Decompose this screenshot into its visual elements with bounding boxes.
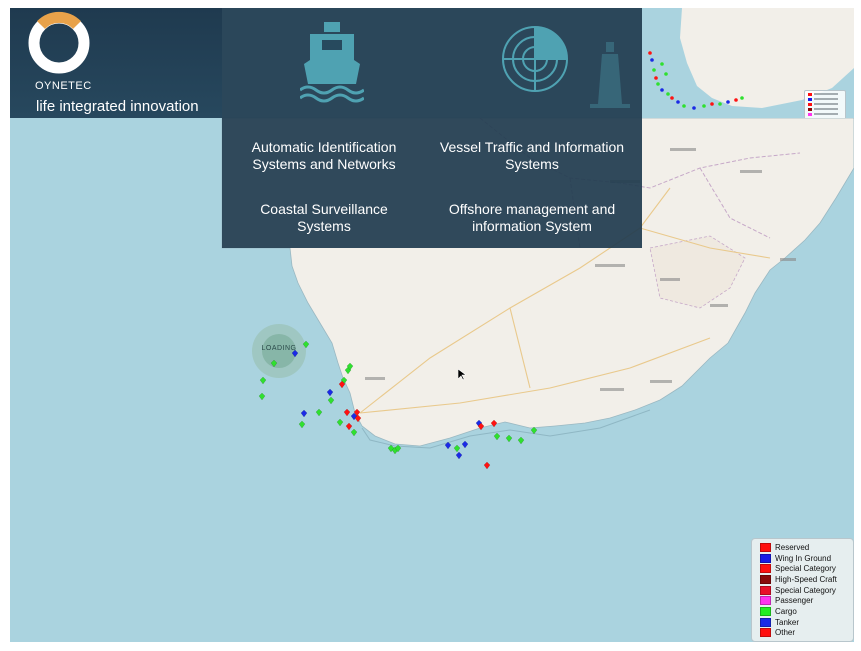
legend-swatch: [760, 564, 771, 574]
inset-vessel-marker: [740, 96, 744, 100]
inset-vessel-marker: [734, 98, 738, 102]
inset-vessel-marker: [660, 62, 664, 66]
legend-label: Wing In Ground: [775, 553, 832, 563]
inset-vessel-marker: [726, 100, 730, 104]
legend-item: Special Category: [760, 585, 853, 596]
vessel-marker[interactable]: [490, 419, 498, 428]
service-vtis-line1: Vessel Traffic and Information: [439, 139, 625, 155]
legend-item: Passenger: [760, 595, 853, 606]
vessel-marker[interactable]: [505, 434, 513, 443]
legend-swatch: [760, 553, 771, 563]
legend-swatch: [760, 574, 771, 584]
legend-label: Special Category: [775, 585, 836, 595]
brand-tagline: life integrated innovation: [36, 98, 199, 115]
vessel-marker[interactable]: [453, 444, 461, 453]
vessel-marker[interactable]: [345, 422, 353, 431]
service-coastal[interactable]: Coastal Surveillance Systems: [234, 201, 414, 235]
radar-icon: [502, 26, 568, 92]
legend-swatch: [760, 596, 771, 606]
legend-item: Cargo: [760, 606, 853, 617]
vessel-marker[interactable]: [461, 440, 469, 449]
legend-label: Tanker: [775, 617, 800, 627]
inset-vessel-marker: [710, 102, 714, 106]
legend-swatch: [760, 585, 771, 595]
logo-text: OYNETEC: [35, 80, 92, 92]
vessel-marker[interactable]: [483, 461, 491, 470]
inset-vessel-marker: [702, 104, 706, 108]
inset-vessel-marker: [660, 88, 664, 92]
inset-vessel-marker: [650, 58, 654, 62]
vessel-marker[interactable]: [517, 436, 525, 445]
inset-vessel-marker: [656, 82, 660, 86]
vessel-marker[interactable]: [455, 451, 463, 460]
legend-item: Special Category: [760, 563, 853, 574]
legend-item: Reserved: [760, 542, 853, 553]
legend-label: Other: [775, 628, 796, 638]
vessel-marker[interactable]: [315, 408, 323, 417]
legend-swatch: [760, 617, 771, 627]
vessel-marker[interactable]: [326, 388, 334, 397]
vessel-marker[interactable]: [298, 420, 306, 429]
inset-vessel-marker: [682, 104, 686, 108]
vessel-marker[interactable]: [493, 432, 501, 441]
vessel-marker[interactable]: [530, 426, 538, 435]
legend-label: Cargo: [775, 606, 797, 616]
inset-vessel-marker: [664, 72, 668, 76]
legend-swatch: [760, 628, 771, 638]
legend-item: High-Speed Craft: [760, 574, 853, 585]
mouse-cursor-icon: [458, 369, 466, 381]
service-offshore-line2: information System: [472, 218, 592, 234]
vessel-marker[interactable]: [302, 340, 310, 349]
legend-swatch: [760, 606, 771, 616]
vessel-marker[interactable]: [259, 376, 267, 385]
legend-label: Reserved: [775, 542, 810, 552]
ship-icon: [300, 22, 364, 103]
service-ais[interactable]: Automatic Identification Systems and Net…: [234, 139, 414, 173]
vessel-marker[interactable]: [336, 418, 344, 427]
service-vtis-line2: Systems: [505, 156, 559, 172]
vessel-marker[interactable]: [350, 428, 358, 437]
service-coastal-line2: Systems: [297, 218, 351, 234]
vessel-marker[interactable]: [343, 408, 351, 417]
legend-item: Other: [760, 628, 853, 639]
vessel-type-legend: Reserved Wing In Ground Special Category Hi…: [751, 538, 854, 642]
inset-vessel-marker: [652, 68, 656, 72]
service-offshore-line1: Offshore management and: [448, 201, 616, 217]
vessel-marker[interactable]: [270, 359, 278, 368]
inset-vessel-marker: [666, 92, 670, 96]
legend-label: Passenger: [775, 596, 814, 606]
legend-item: Tanker: [760, 617, 853, 628]
mini-legend: [804, 90, 846, 118]
vessel-marker[interactable]: [291, 349, 299, 358]
inset-vessel-marker: [670, 96, 674, 100]
inset-vessel-marker: [676, 100, 680, 104]
service-ais-line1: Automatic Identification: [251, 139, 397, 155]
inset-vessel-marker: [718, 102, 722, 106]
legend-label: Special Category: [775, 564, 836, 574]
inset-vessel-marker: [692, 106, 696, 110]
legend-label: High-Speed Craft: [775, 574, 837, 584]
lighthouse-icon: [590, 42, 630, 108]
service-vtis[interactable]: Vessel Traffic and Information Systems: [434, 139, 630, 173]
service-offshore[interactable]: Offshore management and information Syst…: [434, 201, 630, 235]
inset-vessel-marker: [654, 76, 658, 80]
logo-ring-icon: [28, 11, 90, 74]
inset-map-strip[interactable]: [642, 8, 854, 118]
legend-item: Wing In Ground: [760, 553, 853, 564]
inset-vessel-marker: [648, 51, 652, 55]
service-coastal-line1: Coastal Surveillance: [260, 201, 388, 217]
legend-swatch: [760, 542, 771, 552]
vessel-marker[interactable]: [327, 396, 335, 405]
service-ais-line2: Systems and Networks: [252, 156, 396, 172]
vessel-marker[interactable]: [444, 441, 452, 450]
services-panel: Automatic Identification Systems and Net…: [222, 8, 642, 248]
vessel-marker[interactable]: [258, 392, 266, 401]
vessel-marker[interactable]: [300, 409, 308, 418]
brand-panel: OYNETEC life integrated innovation: [10, 8, 222, 118]
